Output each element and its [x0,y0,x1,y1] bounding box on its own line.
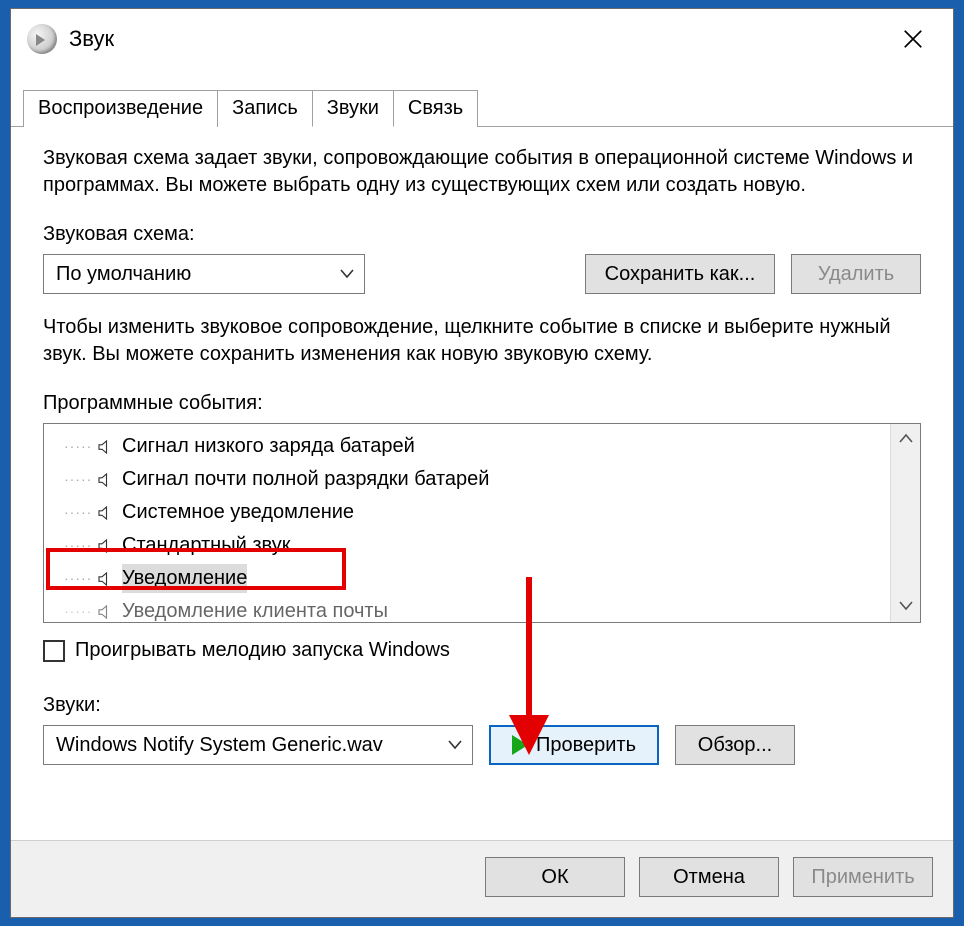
tabstrip: Воспроизведение Запись Звуки Связь [11,89,953,127]
sound-file-dropdown[interactable]: Windows Notify System Generic.wav [43,725,473,765]
scrollbar[interactable] [890,424,920,622]
event-item[interactable]: ····· Стандартный звук [44,529,890,562]
scroll-down-icon[interactable] [899,596,913,618]
event-label: Системное уведомление [122,498,354,527]
window-title: Звук [69,26,893,52]
sound-icon [27,24,57,54]
events-hint: Чтобы изменить звуковое сопровождение, щ… [43,314,921,368]
scheme-dropdown[interactable]: По умолчанию [43,254,365,294]
tabpanel-sounds: Звуковая схема задает звуки, сопровождаю… [11,127,953,840]
startup-sound-label: Проигрывать мелодию запуска Windows [75,637,450,664]
event-item[interactable]: ····· Сигнал почти полной разрядки батар… [44,463,890,496]
tab-communications[interactable]: Связь [393,90,478,127]
play-icon [512,735,528,755]
speaker-icon [94,537,116,555]
close-icon [902,28,924,50]
event-label: Уведомление [122,564,247,593]
event-item[interactable]: ····· Сигнал низкого заряда батарей [44,430,890,463]
test-button[interactable]: Проверить [489,725,659,765]
events-listbox[interactable]: ····· Сигнал низкого заряда батарей ····… [43,423,921,623]
cancel-button[interactable]: Отмена [639,857,779,897]
startup-sound-row: Проигрывать мелодию запуска Windows [43,637,921,664]
speaker-icon [94,603,116,621]
apply-button[interactable]: Применить [793,857,933,897]
save-as-button[interactable]: Сохранить как... [585,254,775,294]
sound-file-value: Windows Notify System Generic.wav [56,732,383,759]
event-label: Сигнал низкого заряда батарей [122,432,415,461]
scroll-up-icon[interactable] [899,428,913,450]
event-item[interactable]: ····· Системное уведомление [44,496,890,529]
close-button[interactable] [893,19,933,59]
speaker-icon [94,504,116,522]
tab-sounds[interactable]: Звуки [312,90,394,127]
sound-dialog: Звук Воспроизведение Запись Звуки Связь … [10,8,954,918]
scheme-label: Звуковая схема: [43,221,921,248]
event-label: Уведомление клиента почты [122,597,388,622]
events-label: Программные события: [43,390,921,417]
tab-playback[interactable]: Воспроизведение [23,90,218,127]
event-item-selected[interactable]: ····· Уведомление [44,562,890,595]
test-label: Проверить [536,732,636,759]
chevron-down-icon [448,736,462,755]
speaker-icon [94,570,116,588]
chevron-down-icon [340,265,354,284]
startup-sound-checkbox[interactable] [43,640,65,662]
speaker-icon [94,438,116,456]
dialog-footer: ОК Отмена Применить [11,840,953,917]
scheme-value: По умолчанию [56,261,191,288]
sounds-label: Звуки: [43,692,921,719]
event-label: Стандартный звук [122,531,290,560]
browse-button[interactable]: Обзор... [675,725,795,765]
ok-button[interactable]: ОК [485,857,625,897]
tab-recording[interactable]: Запись [217,90,313,127]
scheme-description: Звуковая схема задает звуки, сопровождаю… [43,145,921,199]
speaker-icon [94,471,116,489]
event-item[interactable]: ····· Уведомление клиента почты [44,595,890,622]
titlebar: Звук [11,9,953,69]
delete-button[interactable]: Удалить [791,254,921,294]
event-label: Сигнал почти полной разрядки батарей [122,465,489,494]
